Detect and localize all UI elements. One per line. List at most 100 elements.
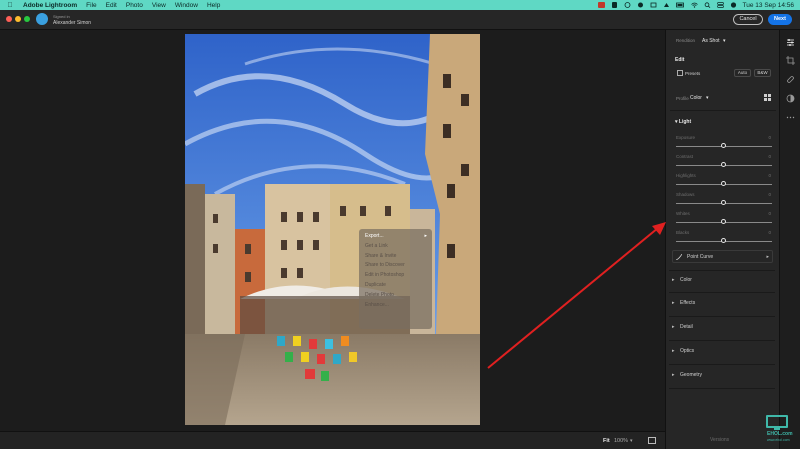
effects-section-header[interactable]: ▸ Effects (672, 300, 695, 306)
annotation-arrow (487, 222, 666, 369)
slider-thumb[interactable] (721, 238, 726, 243)
light-section-header[interactable]: ▾ Light (675, 119, 691, 125)
menu-photo[interactable]: Photo (126, 2, 143, 9)
presets-icon (677, 70, 683, 76)
context-menu-item-export[interactable]: Export... (359, 232, 432, 242)
chevron-down-icon[interactable]: ▾ (630, 438, 633, 444)
slider-value: 0 (768, 173, 771, 178)
slider-thumb[interactable] (721, 143, 726, 148)
user-name: Alexander Simon (53, 20, 92, 26)
status-app-icon[interactable] (663, 2, 670, 8)
search-icon[interactable] (704, 2, 711, 8)
status-red-icon[interactable] (597, 2, 605, 8)
cancel-button[interactable]: Cancel (733, 14, 763, 25)
context-menu-item-share-invite[interactable]: Share & Invite (359, 252, 432, 262)
wifi-icon[interactable] (690, 2, 698, 8)
status-app-icon[interactable] (624, 2, 631, 8)
menubar-clock[interactable]: Tue 13 Sep 14:56 (743, 2, 794, 9)
slider-thumb[interactable] (721, 200, 726, 205)
profile-dropdown[interactable]: Color (690, 95, 702, 101)
chevron-down-icon[interactable]: ▾ (723, 38, 726, 44)
chevron-down-icon[interactable]: ▾ (706, 95, 709, 101)
avatar[interactable] (36, 13, 48, 25)
menu-window[interactable]: Window (175, 2, 198, 9)
slider-thumb[interactable] (721, 181, 726, 186)
photo-image[interactable] (185, 34, 480, 425)
optics-section-header[interactable]: ▸ Optics (672, 348, 694, 354)
group-label: Effects (680, 300, 696, 306)
healing-brush-icon[interactable] (786, 75, 795, 84)
edit-sliders-icon[interactable] (786, 38, 795, 47)
light-title: Light (678, 119, 692, 125)
siri-icon[interactable] (730, 2, 737, 8)
chevron-right-icon: ▸ (672, 348, 675, 354)
chevron-right-icon: ▸ (672, 277, 675, 283)
chevron-right-icon: ▸ (672, 372, 675, 378)
context-menu-item-enhance[interactable]: Enhance... (359, 301, 432, 311)
signed-in-label: Signed in (53, 14, 70, 19)
group-label: Detail (680, 324, 693, 330)
fit-button[interactable]: Fit (603, 438, 610, 444)
menu-view[interactable]: View (152, 2, 166, 9)
menu-edit[interactable]: Edit (106, 2, 117, 9)
context-menu-item-duplicate[interactable]: Duplicate (359, 281, 432, 291)
detail-section-header[interactable]: ▸ Detail (672, 324, 693, 330)
divider (669, 340, 775, 341)
chevron-right-icon: ▸ (766, 254, 769, 260)
context-menu-item-share-discover[interactable]: Share to Discover (359, 261, 432, 271)
status-app-icon[interactable] (650, 2, 657, 8)
status-app-icon[interactable] (611, 2, 618, 8)
slider-value: 0 (768, 154, 771, 159)
context-menu-item-edit-photoshop[interactable]: Edit in Photoshop (359, 271, 432, 281)
menu-file[interactable]: File (86, 2, 96, 9)
context-menu-item-delete-photo[interactable]: Delete Photo (359, 291, 432, 301)
edit-panel: Rendition As Shot ▾ Edit Presets Auto B&… (665, 30, 779, 449)
chevron-right-icon: ▸ (672, 300, 675, 306)
rendition-dropdown[interactable]: As Shot (702, 38, 720, 44)
point-curve-button[interactable]: Point Curve ▸ (672, 250, 773, 263)
rendition-label: Rendition (676, 38, 696, 43)
divider (669, 364, 775, 365)
status-app-icon[interactable] (637, 2, 644, 8)
slider-label: Blacks (676, 230, 690, 235)
versions-button[interactable]: Versions (710, 437, 729, 443)
slider-thumb[interactable] (721, 219, 726, 224)
presets-button[interactable]: Presets (685, 71, 700, 76)
slider-label: Shadows (676, 192, 695, 197)
context-menu-item-get-link[interactable]: Get a Link (359, 242, 432, 252)
watermark-sub: www.ehol.com (767, 438, 790, 442)
bw-button[interactable]: B&W (754, 69, 771, 77)
curve-icon (676, 254, 682, 260)
auto-button[interactable]: Auto (734, 69, 751, 77)
group-label: Geometry (680, 372, 702, 378)
apple-menu-icon[interactable]:  (5, 2, 15, 9)
masking-icon[interactable] (786, 94, 795, 103)
color-section-header[interactable]: ▸ Color (672, 277, 692, 283)
control-center-icon[interactable] (716, 2, 724, 8)
point-curve-label: Point Curve (687, 254, 714, 260)
watermark-logo (766, 415, 788, 428)
more-options-icon[interactable] (786, 113, 795, 122)
menu-app-name[interactable]: Adobe Lightroom (23, 2, 77, 9)
app-titlebar: Signed in Alexander Simon Cancel Next (0, 10, 800, 30)
profile-browser-icon[interactable] (764, 94, 771, 101)
menu-help[interactable]: Help (207, 2, 220, 9)
compare-view-icon[interactable] (648, 437, 656, 444)
slider-label: Highlights (676, 173, 696, 178)
divider (669, 388, 775, 389)
bottom-toolbar: Fit 100% ▾ (0, 431, 665, 449)
zoom-window-button[interactable] (24, 16, 30, 22)
slider-value: 0 (768, 211, 771, 216)
geometry-section-header[interactable]: ▸ Geometry (672, 372, 702, 378)
slider-thumb[interactable] (721, 162, 726, 167)
group-label: Optics (680, 348, 695, 354)
watermark-logo-stand (774, 428, 780, 430)
submenu-arrow-icon: ▸ (424, 233, 427, 239)
profile-label: Profile (676, 96, 689, 101)
battery-icon[interactable] (675, 2, 685, 8)
crop-icon[interactable] (786, 56, 795, 65)
next-button[interactable]: Next (768, 14, 792, 25)
close-window-button[interactable] (6, 16, 12, 22)
minimize-window-button[interactable] (15, 16, 21, 22)
zoom-level[interactable]: 100% (614, 438, 628, 444)
